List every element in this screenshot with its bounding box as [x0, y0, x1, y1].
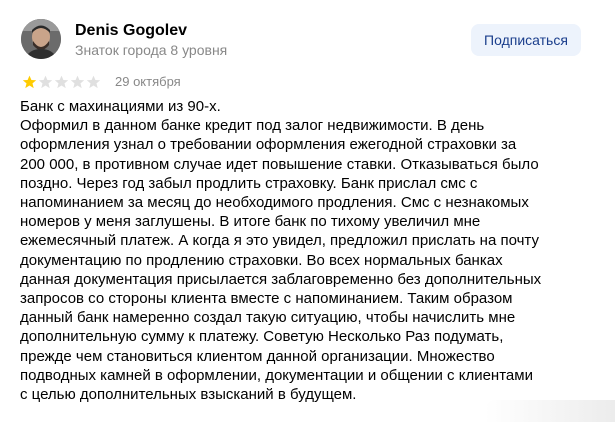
review-text-line: документацию по продлению страховки. Во …	[20, 251, 503, 269]
review-text-line: оформления узнал о требовании оформления…	[20, 136, 517, 154]
review-date: 29 октября	[115, 74, 181, 89]
avatar-photo	[21, 19, 61, 59]
review-text-line: поздно. Через год забыл продлить страхов…	[20, 174, 478, 192]
review-text-line: 200 000, в противном случае идет повышен…	[20, 155, 539, 173]
star-empty-icon	[86, 75, 101, 89]
avatar[interactable]	[21, 19, 61, 59]
review-card: Denis Gogolev Знаток города 8 уровня Под…	[0, 0, 615, 422]
review-text-line: дополнительную сумму к платежу. Советую …	[20, 328, 504, 346]
expand-overlay	[485, 400, 615, 422]
review-text-line: запросов со стороны клиента вместе с нап…	[20, 290, 513, 308]
rating-stars	[22, 75, 101, 89]
review-text-line: ежемесячный платеж. А когда я это увидел…	[20, 232, 539, 250]
review-text-line: номеров у меня заглушены. В итоге банк п…	[20, 213, 481, 231]
star-empty-icon	[54, 75, 69, 89]
subscribe-button[interactable]: Подписаться	[471, 24, 581, 56]
review-text-line: Банк с махинациями из 90-х.	[20, 98, 221, 115]
review-text-line: данный банк намеренно создал такую ситуа…	[20, 309, 516, 327]
review-text-line: прежде чем становиться клиентом данной о…	[20, 347, 495, 365]
review-text-line: подводных камней в оформлении, документа…	[20, 366, 533, 384]
author-level: Знаток города 8 уровня	[75, 42, 228, 58]
author-name[interactable]: Denis Gogolev	[75, 21, 187, 41]
star-filled-icon	[22, 75, 37, 89]
star-empty-icon	[70, 75, 85, 89]
review-text-line: данная документация присылается заблагов…	[20, 270, 542, 288]
review-text-line: Оформил в данном банке кредит под залог …	[20, 117, 485, 135]
review-text-line: напоминанием за месяц до необходимого пр…	[20, 194, 529, 212]
review-text: Банк с махинациями из 90-х. Оформил в дан…	[20, 97, 595, 404]
star-empty-icon	[38, 75, 53, 89]
